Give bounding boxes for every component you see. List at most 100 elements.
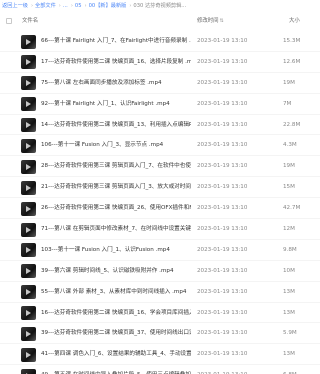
file-size: 15M <box>283 184 295 191</box>
video-thumbnail-icon <box>21 264 36 279</box>
play-icon <box>26 330 31 337</box>
file-name[interactable]: 106---第十一课 Fusion 入门_3、显示节点 .mp4 <box>41 135 191 156</box>
video-thumbnail-icon <box>21 326 36 341</box>
video-thumbnail-icon <box>21 180 36 195</box>
file-modified-date: 2023-01-19 13:10 <box>197 38 248 44</box>
file-name[interactable]: 71---第八课 在剪辑页面中修改素材_7、在时间线中设置关键帧... <box>41 219 191 240</box>
breadcrumb-item-all-files[interactable]: 全部文件 <box>35 3 56 9</box>
breadcrumb-item-05[interactable]: 05 <box>75 3 82 9</box>
select-all-checkbox[interactable] <box>6 18 12 24</box>
video-thumbnail-icon <box>21 118 36 133</box>
file-row[interactable]: 103---第十一课 Fusion 入门_1、认识Fusion .mp4 2023… <box>0 240 320 261</box>
video-thumbnail-icon <box>21 55 36 70</box>
breadcrumb-separator: › <box>58 3 61 9</box>
file-row[interactable]: 26---达芬奇软件使用第二课 快编页面_26、使用OFX插件和Fus... 20… <box>0 198 320 220</box>
video-thumbnail-icon <box>21 347 36 362</box>
video-thumbnail-icon <box>21 285 36 300</box>
file-size: 10M <box>283 267 295 274</box>
file-row[interactable]: 21---达芬奇软件使用第三课 剪辑页面入门_3、放大或对时间线... 2023-… <box>0 177 320 199</box>
file-row[interactable]: 41---第四课 调色入门_6、设置结果的辅助工具_4、手动设置画面... 202… <box>0 344 320 366</box>
file-size: 19M <box>283 79 295 86</box>
column-header-name[interactable]: 文件名 <box>22 12 38 30</box>
play-icon <box>26 289 31 296</box>
file-name[interactable]: 28---达芬奇软件使用第三课 剪辑页面入门_7、在软件中也使用... <box>41 156 191 177</box>
video-thumbnail-icon <box>21 222 36 237</box>
column-header-size[interactable]: 大小 <box>289 12 300 30</box>
sort-icon: ⇅ <box>219 18 224 24</box>
file-name[interactable]: 17---达芬奇软件使用第二课 快编页面_16、选择片段复制 .mp4 <box>41 52 191 73</box>
file-modified-date: 2023-01-19 13:10 <box>197 184 248 191</box>
file-row[interactable]: 14---达芬奇软件使用第二课 快编页面_13、利用插入点编辑Roll... 20… <box>0 115 320 136</box>
file-row[interactable]: 49---第五课 在时间线中导入叠加片段_5、使用三点编辑叠加... 2023-0… <box>0 365 320 374</box>
file-name[interactable]: 39---第六课 剪辑时间线_5、认识磁铁吸附并作 .mp4 <box>41 261 191 282</box>
breadcrumb-separator: › <box>70 3 73 9</box>
file-name[interactable]: 66---第十课 Fairlight 入门_7、在Fairlight中进行音频录… <box>41 31 191 52</box>
breadcrumb-item-ellipsis[interactable]: ... <box>63 3 68 9</box>
file-modified-date: 2023-01-19 13:10 <box>197 351 248 358</box>
play-icon <box>26 205 31 212</box>
video-thumbnail-icon <box>21 306 36 321</box>
breadcrumb-separator: › <box>129 3 132 9</box>
file-name[interactable]: 16---达芬奇软件使用第二课 快编页面_16、学会项目库间插入剪... <box>41 303 191 324</box>
file-size: 22.8M <box>283 121 301 128</box>
file-name[interactable]: 26---达芬奇软件使用第二课 快编页面_26、使用OFX插件和Fus... <box>41 198 191 219</box>
play-icon <box>26 101 31 108</box>
file-size: 5.9M <box>283 330 297 337</box>
video-thumbnail-icon <box>21 97 36 112</box>
video-thumbnail-icon <box>21 243 36 258</box>
file-name[interactable]: 92---第十课 Fairlight 入门_1、认识Fairlight .mp4 <box>41 94 191 115</box>
file-name[interactable]: 14---达芬奇软件使用第二课 快编页面_13、利用插入点编辑Roll... <box>41 115 191 136</box>
file-size: 6.8M <box>283 365 313 374</box>
file-row[interactable]: 39---达芬奇软件使用第二课 快编页面_37、使用时间线出口设置... 2023… <box>0 323 320 345</box>
file-list-header: 文件名 修改时间⇅ 大小 <box>0 12 320 30</box>
file-size: 4.3M <box>283 142 297 149</box>
file-row[interactable]: 71---第八课 在剪辑页面中修改素材_7、在时间线中设置关键帧... 2023-… <box>0 219 320 240</box>
file-modified-date: 2023-01-19 13:10 <box>197 330 248 337</box>
play-icon <box>26 268 31 275</box>
play-icon <box>26 59 31 66</box>
breadcrumb-separator: › <box>30 3 34 9</box>
breadcrumb-current: 030 达芬奇视频剪辑... <box>133 3 187 9</box>
file-row[interactable]: 106---第十一课 Fusion 入门_3、显示节点 .mp4 2023-01-… <box>0 135 320 157</box>
play-icon <box>26 122 31 129</box>
file-name[interactable]: 49---第五课 在时间线中导入叠加片段_5、使用三点编辑叠加... <box>41 365 191 374</box>
file-row[interactable]: 92---第十课 Fairlight 入门_1、认识Fairlight .mp4… <box>0 94 320 115</box>
file-row[interactable]: 66---第十课 Fairlight 入门_7、在Fairlight中进行音频录… <box>0 31 320 52</box>
file-row[interactable]: 28---达芬奇软件使用第三课 剪辑页面入门_7、在软件中也使用... 2023-… <box>0 156 320 178</box>
file-modified-date: 2023-01-19 13:10 <box>197 309 248 316</box>
play-icon <box>26 310 31 317</box>
play-icon <box>26 163 31 170</box>
play-icon <box>26 226 31 233</box>
file-size: 13M <box>283 288 295 295</box>
file-row[interactable]: 39---第六课 剪辑时间线_5、认识磁铁吸附并作 .mp4 2023-01-19… <box>0 261 320 282</box>
file-size: 9.8M <box>283 246 297 253</box>
breadcrumb-back[interactable]: 返回上一级 <box>2 3 28 9</box>
play-icon <box>26 351 31 358</box>
file-row[interactable]: 55---第八课 外部 素材_3、从素材库中到时间线插入 .mp4 2023-01… <box>0 282 320 303</box>
file-name[interactable]: 75---第八课 左右画面同步播放及添加标签 .mp4 <box>41 73 191 94</box>
play-icon <box>26 38 31 45</box>
play-icon <box>26 184 31 191</box>
column-header-date[interactable]: 修改时间⇅ <box>197 12 224 30</box>
file-modified-date: 2023-01-19 13:10 <box>197 365 247 374</box>
play-icon <box>26 247 31 254</box>
file-row[interactable]: 16---达芬奇软件使用第二课 快编页面_16、学会项目库间插入剪... 2023… <box>0 303 320 324</box>
file-modified-date: 2023-01-19 13:10 <box>197 205 248 212</box>
file-name[interactable]: 21---达芬奇软件使用第三课 剪辑页面入门_3、放大或对时间线... <box>41 177 191 198</box>
file-modified-date: 2023-01-19 13:10 <box>197 246 248 253</box>
file-size: 13M <box>283 309 295 316</box>
file-name[interactable]: 41---第四课 调色入门_6、设置结果的辅助工具_4、手动设置画面... <box>41 344 191 365</box>
play-icon <box>26 80 31 87</box>
file-size: 7M <box>283 100 292 107</box>
column-header-date-label: 修改时间 <box>197 18 219 24</box>
file-size: 19M <box>283 163 295 170</box>
file-name[interactable]: 55---第八课 外部 素材_3、从素材库中到时间线插入 .mp4 <box>41 282 191 303</box>
file-row[interactable]: 75---第八课 左右画面同步播放及添加标签 .mp4 2023-01-19 13… <box>0 73 320 94</box>
file-row[interactable]: 17---达芬奇软件使用第二课 快编页面_16、选择片段复制 .mp4 2023-… <box>0 52 320 73</box>
file-modified-date: 2023-01-19 13:10 <box>197 79 248 86</box>
file-size: 15.3M <box>283 38 301 44</box>
breadcrumb-item-latest[interactable]: 00【新】最新版 <box>89 3 127 9</box>
file-name[interactable]: 103---第十一课 Fusion 入门_1、认识Fusion .mp4 <box>41 240 191 261</box>
file-modified-date: 2023-01-19 13:10 <box>197 142 248 149</box>
file-name[interactable]: 39---达芬奇软件使用第二课 快编页面_37、使用时间线出口设置... <box>41 323 191 344</box>
